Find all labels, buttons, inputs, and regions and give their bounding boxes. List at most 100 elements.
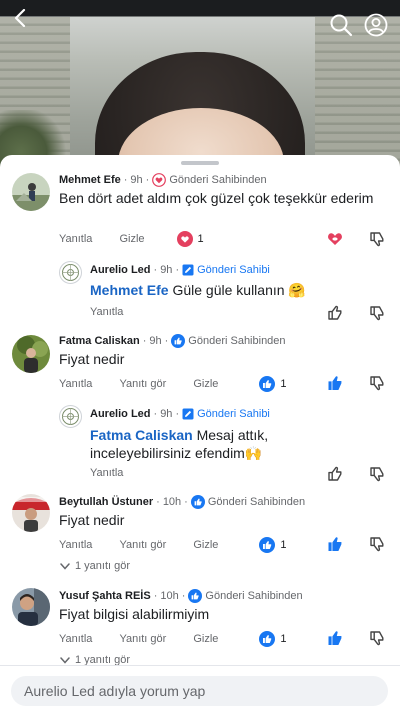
dislike-icon	[370, 376, 384, 391]
search-button[interactable]	[328, 12, 354, 38]
like-button[interactable]	[326, 304, 344, 322]
like-button[interactable]	[326, 374, 344, 392]
separator-dot: ·	[145, 174, 150, 186]
dislike-button[interactable]	[368, 304, 386, 322]
view-replies-button[interactable]: 1 yanıtı gör	[60, 654, 130, 665]
separator-dot: ·	[123, 174, 128, 186]
hide-button[interactable]: Gizle	[193, 378, 218, 390]
comment-text: Ben dört adet aldım çok güzel çok teşekk…	[59, 190, 374, 206]
separator-dot: ·	[175, 408, 180, 420]
hide-button[interactable]: Gizle	[193, 633, 218, 645]
reaction-count-value: 1	[197, 233, 204, 245]
reaction-count[interactable]: 1	[176, 231, 204, 247]
account-icon	[364, 13, 388, 37]
comment-time: 9h	[160, 408, 173, 420]
dislike-button[interactable]	[368, 374, 386, 392]
see-reply-button[interactable]: Yanıtı gör	[119, 539, 166, 551]
window-blind-right	[315, 17, 400, 177]
comment-time: 9h	[160, 264, 173, 276]
sheet-drag-handle[interactable]	[181, 161, 219, 165]
comment-author[interactable]: Beytullah Üstuner	[59, 496, 153, 508]
avatar[interactable]	[12, 588, 50, 626]
comment-header: Aurelio Led · 9h · Gönderi Sahibi	[90, 408, 270, 420]
comment-author[interactable]: Aurelio Led	[90, 408, 151, 420]
comment-text: Fiyat nedir	[59, 512, 125, 528]
dislike-icon	[370, 232, 384, 247]
comment-side-actions	[326, 465, 386, 483]
reply-button[interactable]: Yanıtla	[90, 306, 123, 318]
see-reply-button[interactable]: Yanıtı gör	[119, 633, 166, 645]
reply-button[interactable]: Yanıtla	[59, 633, 92, 645]
avatar[interactable]	[59, 405, 82, 428]
chevron-down-icon	[60, 656, 70, 664]
reaction-count[interactable]: 1	[259, 631, 287, 647]
separator-dot: ·	[175, 264, 180, 276]
dislike-icon	[370, 537, 384, 552]
badge-label: Gönderi Sahibi	[197, 408, 270, 420]
separator-dot: ·	[164, 335, 169, 347]
separator-dot: ·	[153, 590, 158, 602]
reply-button[interactable]: Yanıtla	[59, 378, 92, 390]
dislike-button[interactable]	[368, 629, 386, 647]
comment-text: Fatma Caliskan Mesaj attık, inceleyebili…	[90, 426, 340, 462]
avatar[interactable]	[59, 261, 82, 284]
comment-header: Yusuf Şahta REİS · 10h · Gönderi Sahibin…	[59, 589, 303, 603]
avatar[interactable]	[12, 494, 50, 532]
reaction-count[interactable]: 1	[259, 537, 287, 553]
avatar[interactable]	[12, 335, 50, 373]
like-button[interactable]	[326, 629, 344, 647]
view-replies-label: 1 yanıtı gör	[75, 654, 131, 665]
see-reply-button[interactable]: Yanıtı gör	[119, 378, 166, 390]
comment-author[interactable]: Mehmet Efe	[59, 174, 121, 186]
view-replies-button[interactable]: 1 yanıtı gör	[60, 560, 130, 572]
separator-dot: ·	[153, 408, 158, 420]
comment-actions: Yanıtla	[90, 467, 150, 479]
mention-link[interactable]: Mehmet Efe	[90, 282, 169, 298]
comment-header: Aurelio Led · 9h · Gönderi Sahibi	[90, 264, 270, 276]
back-button[interactable]	[8, 6, 32, 30]
badge: Gönderi Sahibinden	[190, 495, 305, 509]
badge: Gönderi Sahibinden	[171, 334, 286, 348]
dislike-button[interactable]	[368, 535, 386, 553]
reaction-count[interactable]: 1	[259, 376, 287, 392]
comments-sheet[interactable]: Mehmet Efe · 9h · Gönderi Sahibinden Ben…	[0, 155, 400, 665]
pencil-icon	[182, 408, 194, 420]
comment-time: 10h	[160, 590, 179, 602]
comment-input[interactable]: Aurelio Led adıyla yorum yap	[11, 676, 388, 706]
separator-dot: ·	[184, 496, 188, 508]
reaction-count-value: 1	[280, 633, 287, 645]
comment-actions: Yanıtla	[90, 306, 150, 318]
mention-link[interactable]: Fatma Caliskan	[90, 427, 193, 443]
chevron-down-icon	[60, 562, 70, 570]
like-reaction-icon	[328, 537, 342, 551]
account-button[interactable]	[363, 12, 389, 38]
avatar[interactable]	[12, 173, 50, 211]
comment-side-actions	[326, 230, 386, 248]
like-reaction-icon	[328, 376, 342, 390]
back-arrow-icon	[14, 9, 26, 27]
comment-author[interactable]: Aurelio Led	[90, 264, 151, 276]
like-button[interactable]	[326, 535, 344, 553]
comment-author[interactable]: Fatma Caliskan	[59, 335, 140, 347]
dislike-button[interactable]	[368, 465, 386, 483]
comment-side-actions	[326, 304, 386, 322]
comment-time: 10h	[162, 496, 182, 508]
react-button[interactable]	[326, 230, 344, 248]
hide-button[interactable]: Gizle	[119, 233, 144, 245]
comment-actions: Yanıtla Gizle 1	[59, 231, 204, 247]
reply-button[interactable]: Yanıtla	[59, 539, 92, 551]
hide-button[interactable]: Gizle	[193, 539, 218, 551]
dislike-icon	[370, 631, 384, 646]
reply-button[interactable]: Yanıtla	[59, 233, 92, 245]
badge: Gönderi Sahibi	[182, 264, 270, 276]
comment-header: Fatma Caliskan · 9h · Gönderi Sahibinden	[59, 334, 286, 348]
like-badge-icon	[188, 589, 203, 603]
comment-side-actions	[326, 629, 386, 647]
badge: Gönderi Sahibinden	[188, 589, 303, 603]
like-button[interactable]	[326, 465, 344, 483]
badge-label: Gönderi Sahibinden	[188, 335, 286, 347]
reply-button[interactable]: Yanıtla	[90, 467, 123, 479]
reaction-count-value: 1	[280, 378, 287, 390]
dislike-button[interactable]	[368, 230, 386, 248]
comment-author[interactable]: Yusuf Şahta REİS	[59, 590, 151, 602]
